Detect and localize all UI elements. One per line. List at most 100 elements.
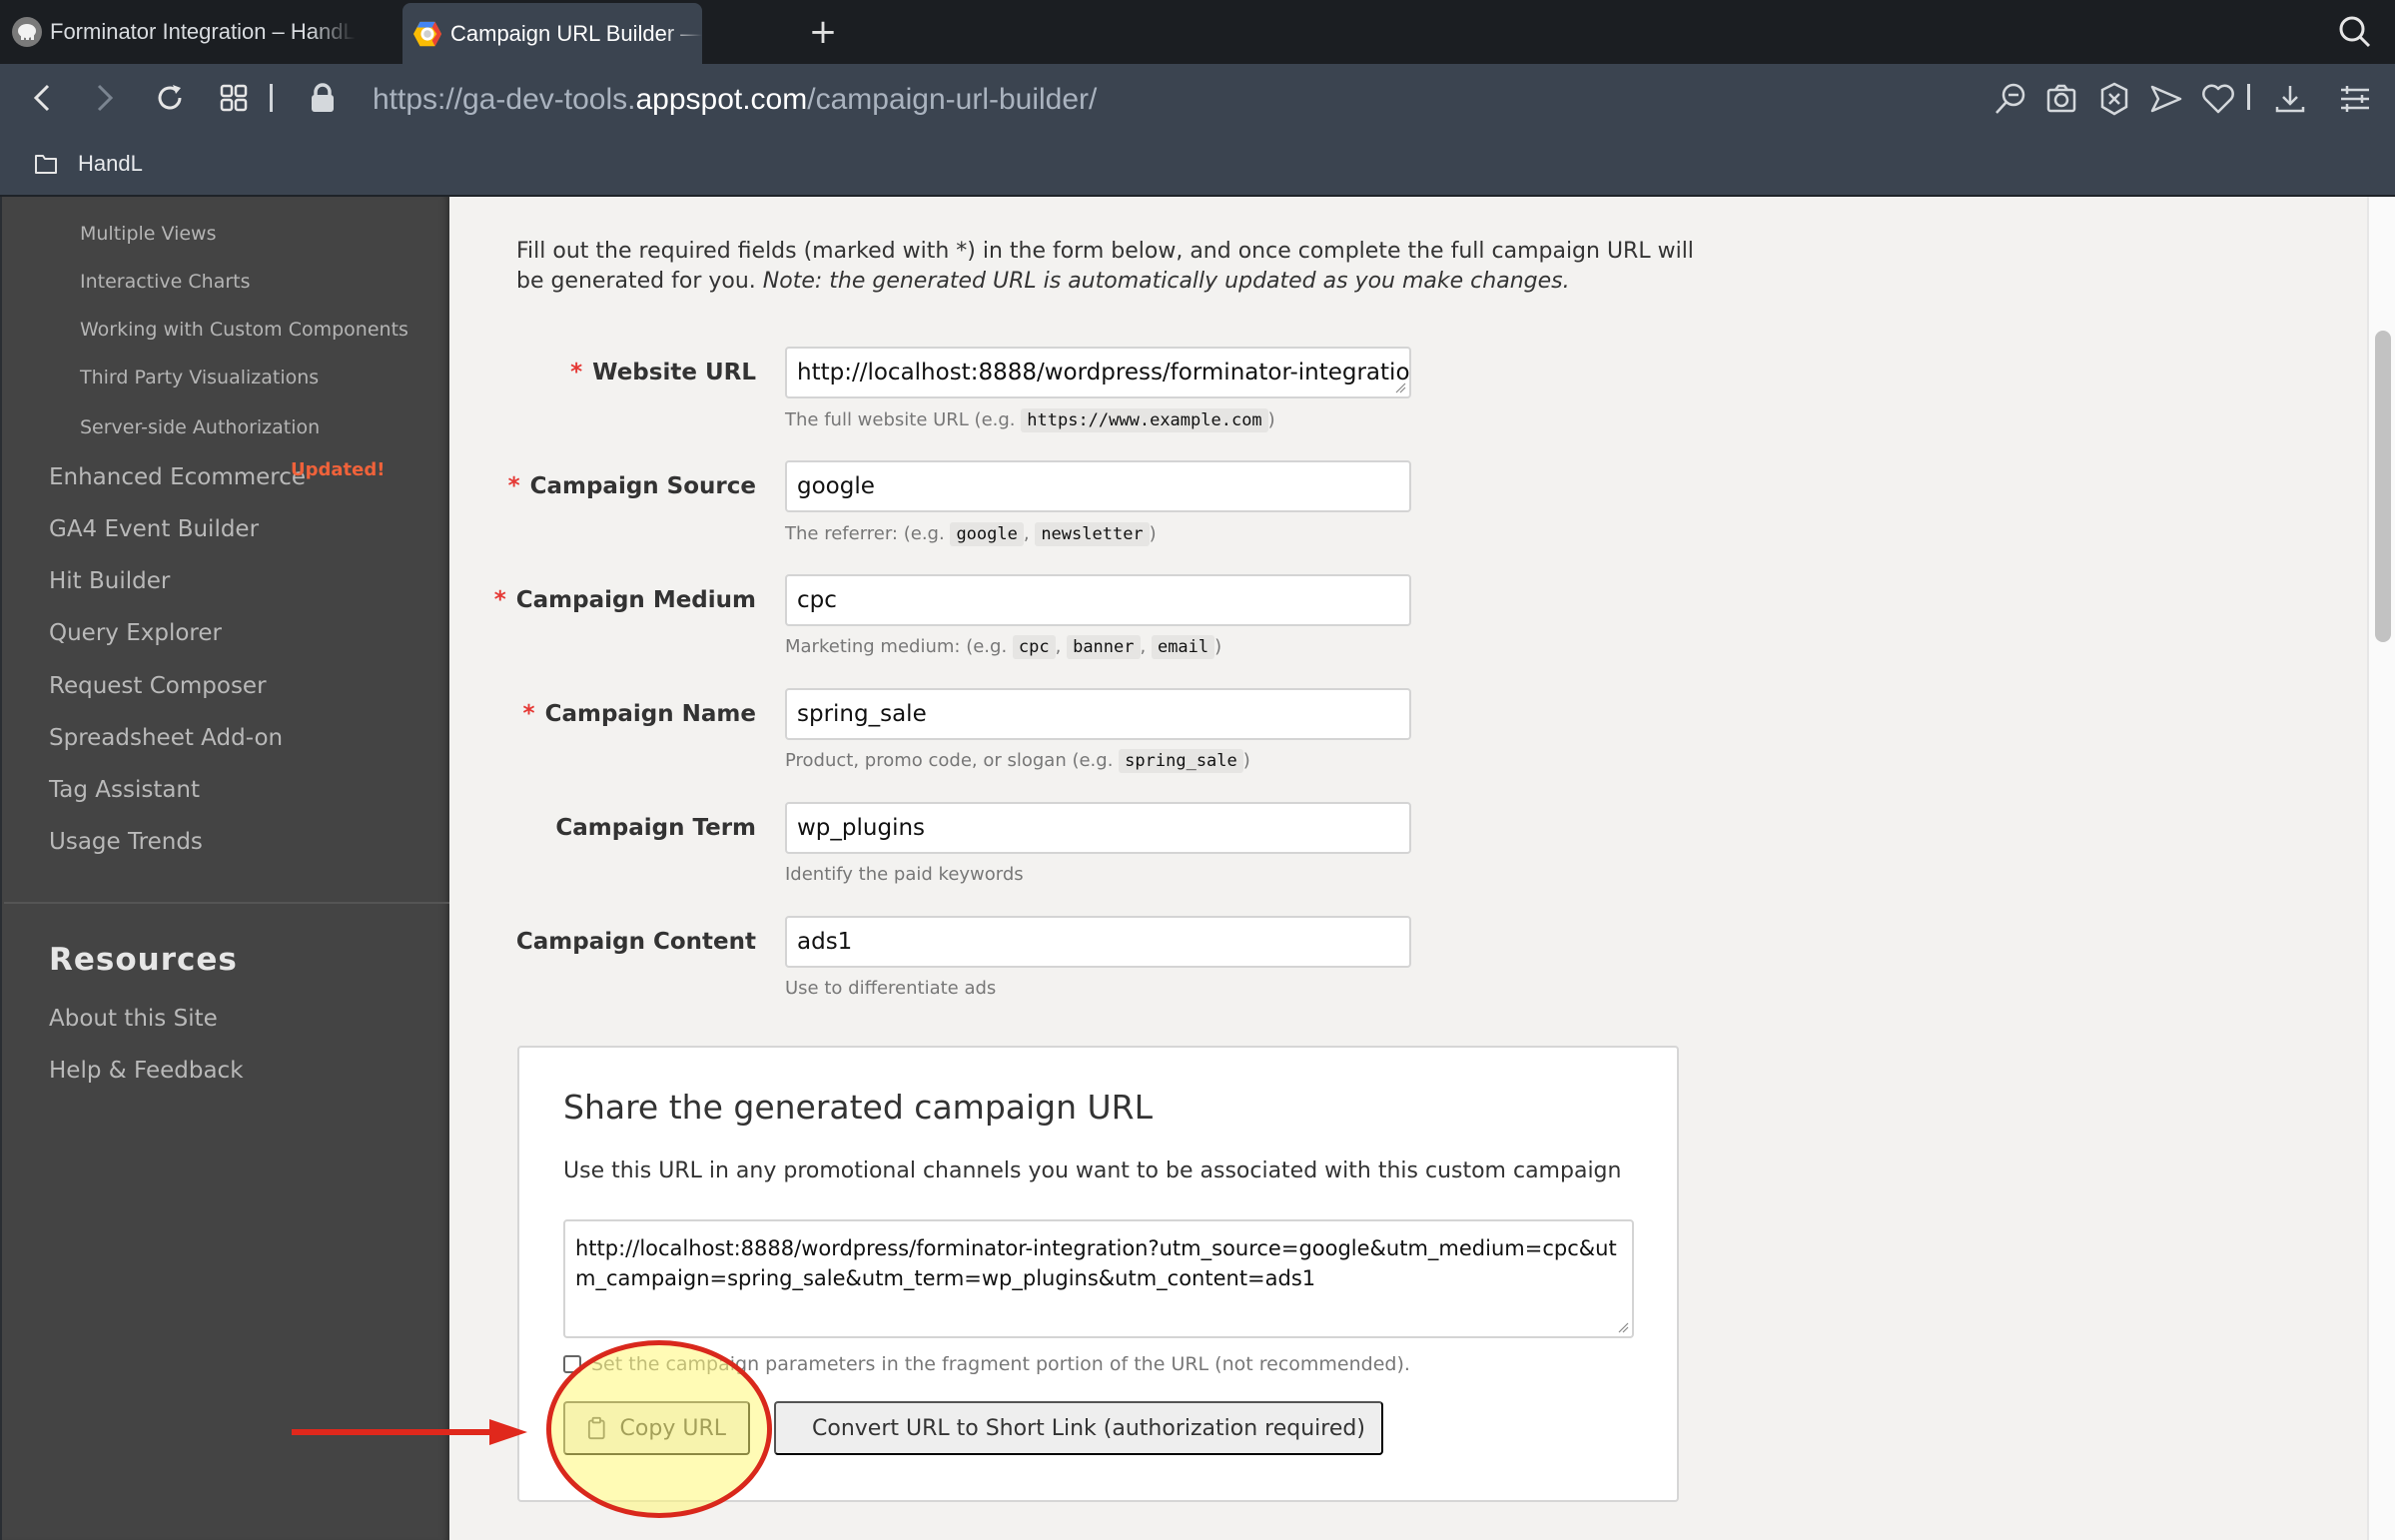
campaign-source-input[interactable]: google xyxy=(785,460,1411,512)
required-marker: * xyxy=(507,473,520,499)
forward-icon[interactable] xyxy=(87,80,123,116)
label-text: Campaign Medium xyxy=(515,587,756,613)
required-marker: * xyxy=(570,360,583,385)
sidebar-item-about[interactable]: About this Site xyxy=(49,1006,218,1032)
example-code: spring_sale xyxy=(1119,749,1243,773)
new-tab-button[interactable]: + xyxy=(803,12,843,52)
hint-text: The referrer: (e.g. xyxy=(785,523,945,544)
search-icon[interactable] xyxy=(2337,14,2373,50)
generated-url-text: http://localhost:8888/wordpress/forminat… xyxy=(575,1236,1617,1290)
resize-handle-icon[interactable] xyxy=(1617,1321,1629,1333)
example-code: email xyxy=(1151,635,1215,659)
field-value: cpc xyxy=(797,587,837,613)
campaign-medium-hint: Marketing medium: (e.g. cpc, banner, ema… xyxy=(785,635,1222,659)
url-host: appspot.com xyxy=(635,83,808,116)
google-cloud-hexagon-icon xyxy=(412,19,442,49)
campaign-term-input[interactable]: wp_plugins xyxy=(785,802,1411,854)
camera-icon[interactable] xyxy=(2045,82,2079,116)
sidebar-item-multiple-views[interactable]: Multiple Views xyxy=(80,223,217,245)
url-path: /campaign-url-builder/ xyxy=(807,83,1098,116)
sidebar-item-query-explorer[interactable]: Query Explorer xyxy=(49,620,222,646)
handl-elephant-icon xyxy=(12,17,42,47)
fragment-option[interactable]: Set the campaign parameters in the fragm… xyxy=(563,1350,1410,1378)
zoom-out-icon[interactable] xyxy=(1994,82,2027,116)
share-description: Use this URL in any promotional channels… xyxy=(563,1158,1622,1183)
campaign-name-hint: Product, promo code, or slogan (e.g. spr… xyxy=(785,749,1250,773)
vertical-scrollbar[interactable] xyxy=(2367,197,2395,1540)
sidebar-item-third-party-viz[interactable]: Third Party Visualizations xyxy=(80,367,319,388)
campaign-source-hint: The referrer: (e.g. google, newsletter) xyxy=(785,522,1157,546)
sidebar-item-custom-components[interactable]: Working with Custom Components xyxy=(80,319,408,341)
campaign-name-label: * Campaign Name xyxy=(523,688,756,740)
campaign-medium-input[interactable]: cpc xyxy=(785,574,1411,626)
bookmark-label: HandL xyxy=(78,151,143,176)
label-text: Website URL xyxy=(592,360,756,385)
shield-block-icon[interactable] xyxy=(2097,82,2131,116)
label-text: Campaign Term xyxy=(555,815,756,841)
sidebar-item-tag-assistant[interactable]: Tag Assistant xyxy=(49,777,200,803)
sidebar-item-interactive-charts[interactable]: Interactive Charts xyxy=(80,271,251,293)
download-icon[interactable] xyxy=(2273,82,2307,116)
toolbar-divider xyxy=(2247,82,2253,116)
generated-url-textarea[interactable]: http://localhost:8888/wordpress/forminat… xyxy=(563,1219,1634,1338)
hint-text: Product, promo code, or slogan (e.g. xyxy=(785,750,1114,771)
convert-short-link-button[interactable]: Convert URL to Short Link (authorization… xyxy=(774,1401,1383,1455)
sidebar-item-server-side-auth[interactable]: Server-side Authorization xyxy=(80,416,320,438)
field-value: wp_plugins xyxy=(797,815,926,841)
required-marker: * xyxy=(493,587,506,613)
bookmark-handl[interactable]: HandL xyxy=(34,146,143,182)
intro-text: Fill out the required fields (marked wit… xyxy=(516,237,1715,297)
sidebar-item-request-composer[interactable]: Request Composer xyxy=(49,673,267,699)
address-bar[interactable]: https://ga-dev-tools.appspot.com/campaig… xyxy=(373,80,1097,120)
example-code: banner xyxy=(1067,635,1141,659)
scrollbar-thumb[interactable] xyxy=(2375,331,2391,642)
tab-campaign-url-builder[interactable]: Campaign URL Builder — Google xyxy=(402,3,702,64)
sidebar-item-usage-trends[interactable]: Usage Trends xyxy=(49,829,203,855)
field-value: ads1 xyxy=(797,929,853,955)
campaign-term-hint: Identify the paid keywords xyxy=(785,864,1024,885)
sidebar-item-enhanced-ecommerce[interactable]: Enhanced Ecommerce xyxy=(49,464,306,490)
heart-icon[interactable] xyxy=(2201,82,2235,116)
resources-heading: Resources xyxy=(49,942,238,978)
resize-handle-icon[interactable] xyxy=(1394,382,1406,393)
copy-url-label: Copy URL xyxy=(619,1415,726,1441)
convert-short-link-label: Convert URL to Short Link (authorization… xyxy=(812,1415,1365,1441)
share-panel: Share the generated campaign URL Use thi… xyxy=(517,1046,1679,1502)
label-text: Campaign Content xyxy=(515,929,756,955)
tab-grid-icon[interactable] xyxy=(216,80,252,116)
sidebar-item-ga4-event-builder[interactable]: GA4 Event Builder xyxy=(49,516,259,542)
campaign-medium-label: * Campaign Medium xyxy=(494,574,756,626)
main-content: Fill out the required fields (marked wit… xyxy=(449,197,2373,1540)
hint-text: Marketing medium: (e.g. xyxy=(785,636,1008,657)
campaign-content-input[interactable]: ads1 xyxy=(785,916,1411,968)
example-code: google xyxy=(950,522,1024,546)
field-value: spring_sale xyxy=(797,701,927,727)
toolbar-divider xyxy=(268,80,276,116)
campaign-content-label: Campaign Content xyxy=(516,916,756,968)
settings-sliders-icon[interactable] xyxy=(2338,82,2372,116)
reload-icon[interactable] xyxy=(152,80,188,116)
example-code: https://www.example.com xyxy=(1021,408,1268,432)
lock-icon[interactable] xyxy=(305,80,341,116)
tab-title: Campaign URL Builder — Google xyxy=(450,20,702,46)
example-code: cpc xyxy=(1012,635,1056,659)
send-icon[interactable] xyxy=(2149,82,2183,116)
fragment-option-label: Set the campaign parameters in the fragm… xyxy=(591,1353,1410,1375)
label-text: Campaign Name xyxy=(544,701,756,727)
browser-toolbar: https://ga-dev-tools.appspot.com/campaig… xyxy=(0,64,2395,197)
website-url-label: * Website URL xyxy=(570,347,756,398)
campaign-content-hint: Use to differentiate ads xyxy=(785,978,997,999)
tab-forminator-integration[interactable]: Forminator Integration – HandL xyxy=(12,0,384,64)
back-icon[interactable] xyxy=(24,80,60,116)
campaign-name-input[interactable]: spring_sale xyxy=(785,688,1411,740)
sidebar-item-spreadsheet-addon[interactable]: Spreadsheet Add-on xyxy=(49,725,283,751)
website-url-hint: The full website URL (e.g. https://www.e… xyxy=(785,408,1275,432)
intro-note: Note: the generated URL is automatically… xyxy=(762,269,1570,294)
copy-url-button[interactable]: Copy URL xyxy=(563,1401,750,1455)
fragment-checkbox[interactable] xyxy=(563,1355,581,1373)
url-prefix: https://ga-dev-tools. xyxy=(373,83,636,116)
sidebar-item-hit-builder[interactable]: Hit Builder xyxy=(49,568,170,594)
website-url-input[interactable]: http://localhost:8888/wordpress/forminat… xyxy=(785,347,1411,398)
clipboard-icon xyxy=(587,1416,605,1440)
sidebar-item-help-feedback[interactable]: Help & Feedback xyxy=(49,1058,244,1084)
